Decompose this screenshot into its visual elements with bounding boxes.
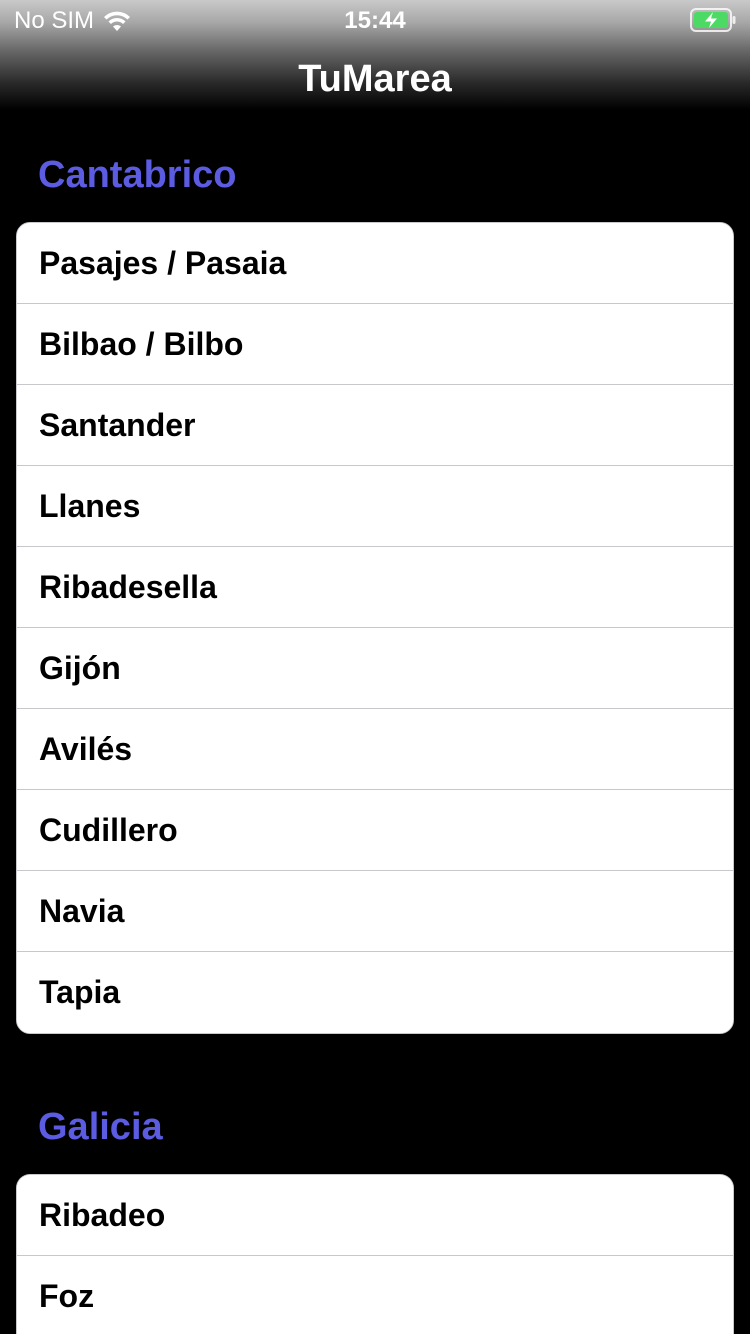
nav-title: TuMarea [298,58,452,100]
list-item[interactable]: Llanes [17,466,733,547]
clock: 15:44 [344,7,406,34]
list-item[interactable]: Bilbao / Bilbo [17,304,733,385]
section-header-galicia: Galicia [38,1106,163,1148]
list-item[interactable]: Ribadeo [17,1175,733,1256]
list-group-galicia: Ribadeo Foz [16,1174,734,1334]
list-item[interactable]: Gijón [17,628,733,709]
list-group-cantabrico: Pasajes / Pasaia Bilbao / Bilbo Santande… [16,222,734,1034]
list-item[interactable]: Santander [17,385,733,466]
screen: No SIM 15:44 TuMarea Cantabrico Pasajes … [0,0,750,1334]
top-bar: No SIM 15:44 TuMarea [0,0,750,110]
list-item[interactable]: Avilés [17,709,733,790]
list-item[interactable]: Ribadesella [17,547,733,628]
list-item[interactable]: Navia [17,871,733,952]
list-item[interactable]: Tapia [17,952,733,1033]
list-item[interactable]: Pasajes / Pasaia [17,223,733,304]
battery-charging-icon [690,8,736,32]
section-header-cantabrico: Cantabrico [38,154,237,196]
status-bar: No SIM 15:44 [0,0,750,40]
list-item[interactable]: Foz [17,1256,733,1334]
list-item[interactable]: Cudillero [17,790,733,871]
